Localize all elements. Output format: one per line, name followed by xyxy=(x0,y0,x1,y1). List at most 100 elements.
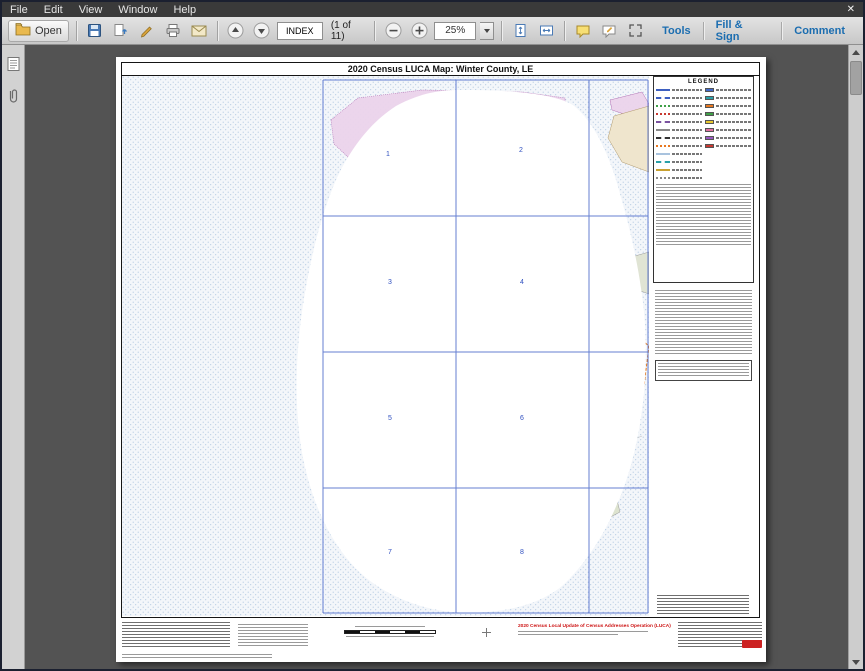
legend-row xyxy=(705,87,751,92)
legend-row xyxy=(656,127,702,132)
annotate-button[interactable] xyxy=(598,20,620,42)
fit-width-button[interactable] xyxy=(535,20,557,42)
index-grid-number: 4 xyxy=(520,279,524,286)
county-dashed-boundary xyxy=(297,90,646,612)
legend-line-symbol xyxy=(656,145,670,147)
vertical-scrollbar[interactable] xyxy=(848,45,863,669)
next-page-button[interactable] xyxy=(251,20,273,42)
page-thumbnails-button[interactable] xyxy=(3,53,24,75)
menu-bar: FileEditViewWindowHelp ✕ xyxy=(2,2,863,17)
legend-color-chip xyxy=(705,144,714,148)
legend-row xyxy=(705,111,751,116)
plus-icon xyxy=(411,22,428,39)
legend-line-symbol xyxy=(656,97,670,99)
legend-label-bar xyxy=(716,89,751,91)
toolbar-divider xyxy=(564,21,565,41)
legend-row xyxy=(705,135,751,140)
legend-label-bar xyxy=(672,177,702,179)
zoom-level-value[interactable]: 25% xyxy=(434,22,476,40)
legend-color-chip xyxy=(705,96,714,100)
zoom-dropdown-button[interactable] xyxy=(480,22,494,40)
legend-label-bar xyxy=(672,129,702,131)
toolbar-divider xyxy=(217,21,218,41)
luca-subtext-2 xyxy=(518,634,618,636)
fill-sign-panel-button[interactable]: Fill & Sign xyxy=(704,19,782,43)
email-icon xyxy=(191,25,207,37)
legend-row xyxy=(656,119,702,124)
legend-color-chip xyxy=(705,136,714,140)
sticky-note-button[interactable] xyxy=(572,20,594,42)
comment-panel-button[interactable]: Comment xyxy=(782,25,857,37)
legend-label-bar xyxy=(672,97,702,99)
zoom-out-button[interactable] xyxy=(382,20,404,42)
menu-help[interactable]: Help xyxy=(165,4,204,16)
toolbar-divider xyxy=(374,21,375,41)
index-grid-number: 7 xyxy=(388,549,392,556)
toolbar-divider xyxy=(76,21,77,41)
legend-row xyxy=(656,151,702,156)
legend-row xyxy=(656,135,702,140)
luca-title: 2020 Census Local Update of Census Addre… xyxy=(518,624,676,629)
sign-button[interactable] xyxy=(136,20,158,42)
minus-icon xyxy=(385,22,402,39)
fit-page-button[interactable] xyxy=(509,20,531,42)
fullscreen-button[interactable] xyxy=(624,20,646,42)
sheet-info-text xyxy=(657,595,749,615)
close-window-button[interactable]: ✕ xyxy=(839,4,863,15)
legend-notes-text xyxy=(656,184,751,246)
share-button[interactable] xyxy=(110,20,132,42)
legend-label-bar xyxy=(672,145,702,147)
legend-row xyxy=(656,111,702,116)
arrow-down-icon xyxy=(852,660,860,665)
menu-window[interactable]: Window xyxy=(110,4,165,16)
page-thumbnails-icon xyxy=(6,56,21,72)
print-button[interactable] xyxy=(162,20,184,42)
legend-line-symbol xyxy=(656,161,670,163)
scale-bar xyxy=(344,626,436,638)
legend-color-chip xyxy=(705,120,714,124)
legend-label-bar xyxy=(672,113,702,115)
scroll-down-button[interactable] xyxy=(849,655,863,669)
index-grid-number: 6 xyxy=(520,415,524,422)
menu-file[interactable]: File xyxy=(2,4,36,16)
paperclip-icon xyxy=(6,88,20,104)
menu-edit[interactable]: Edit xyxy=(36,4,71,16)
legend-label-bar xyxy=(672,137,702,139)
legend-label-bar xyxy=(716,97,751,99)
previous-page-button[interactable] xyxy=(225,20,247,42)
legend-row xyxy=(656,167,702,172)
scroll-up-button[interactable] xyxy=(849,45,863,59)
document-canvas[interactable]: 2020 Census LUCA Map: Winter County, LE xyxy=(26,45,848,669)
legend-row xyxy=(705,127,751,132)
legend-row xyxy=(705,95,751,100)
attachments-button[interactable] xyxy=(3,85,24,107)
menu-view[interactable]: View xyxy=(71,4,111,16)
tools-panel-button[interactable]: Tools xyxy=(650,25,703,37)
app-body: 2020 Census LUCA Map: Winter County, LE xyxy=(2,45,863,669)
scrollbar-thumb[interactable] xyxy=(850,61,862,95)
legend-row xyxy=(656,175,702,180)
legend-row xyxy=(656,143,702,148)
fit-page-icon xyxy=(513,23,528,38)
page-number-input[interactable] xyxy=(277,22,323,40)
index-grid-number: 3 xyxy=(388,279,392,286)
legend-columns xyxy=(656,87,751,180)
menu-items: FileEditViewWindowHelp xyxy=(2,4,204,16)
page-count-label: (1 of 11) xyxy=(331,20,367,42)
legend-line-symbol xyxy=(656,113,670,115)
open-button[interactable]: Open xyxy=(8,20,69,42)
legend-line-symbol xyxy=(656,89,670,91)
legend-line-symbol xyxy=(656,177,670,179)
save-button[interactable] xyxy=(84,20,106,42)
zoom-in-button[interactable] xyxy=(408,20,430,42)
email-button[interactable] xyxy=(188,20,210,42)
footer-source-text xyxy=(122,622,230,649)
footer-luca-block: 2020 Census Local Update of Census Addre… xyxy=(518,624,676,636)
note-pencil-icon xyxy=(601,24,617,38)
footer-county-info xyxy=(678,622,762,648)
map-note-box xyxy=(655,360,752,381)
acrobat-window: FileEditViewWindowHelp ✕ Open (1 of 11) … xyxy=(0,0,865,671)
legend-line-symbol xyxy=(656,169,670,171)
legend-symbol-column xyxy=(656,87,702,180)
map-title: 2020 Census LUCA Map: Winter County, LE xyxy=(121,62,760,76)
